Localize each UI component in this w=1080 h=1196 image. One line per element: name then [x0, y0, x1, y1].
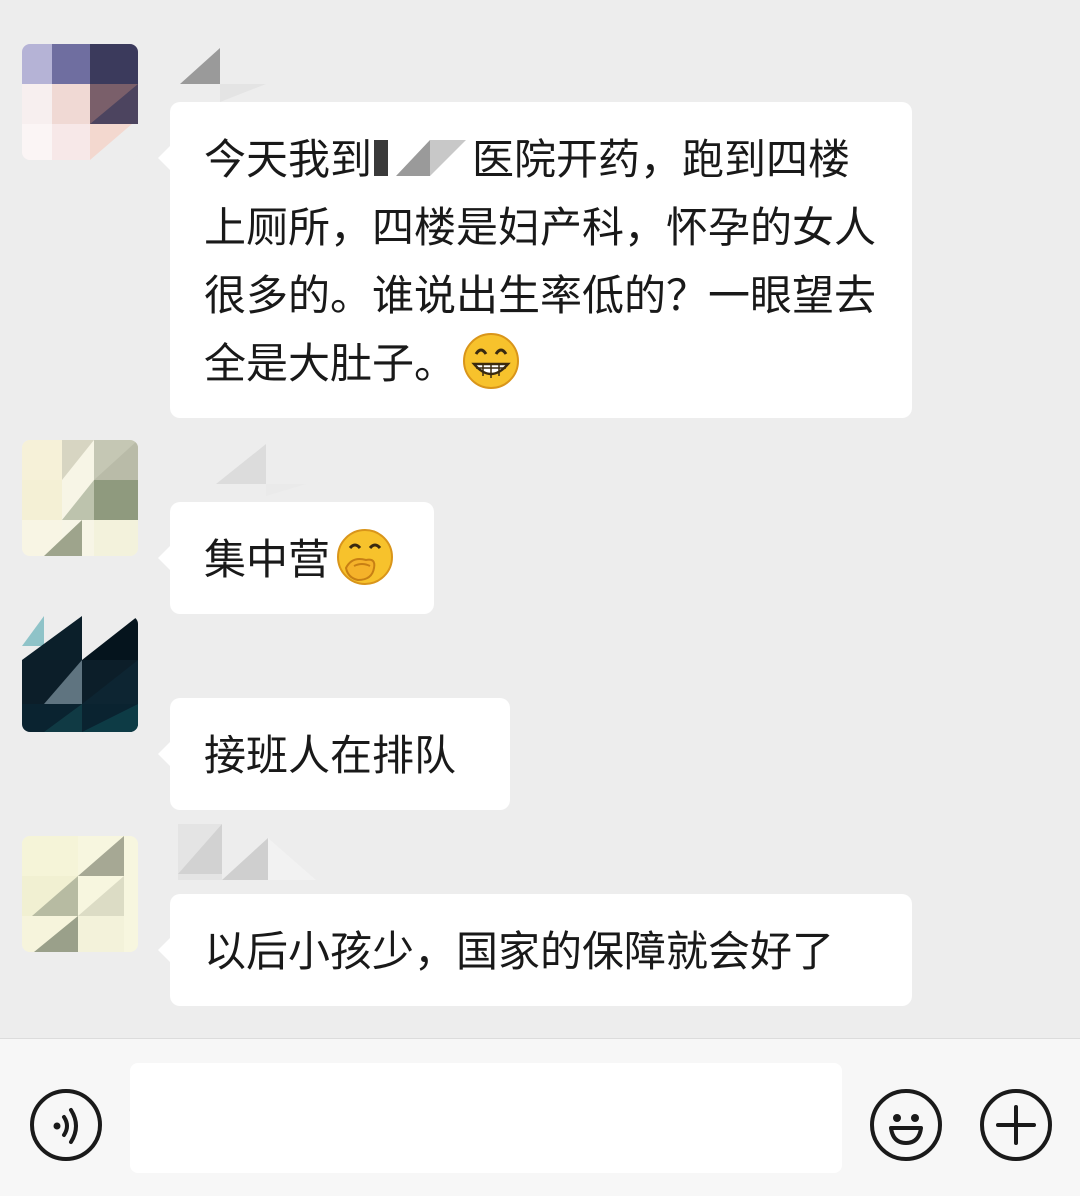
emoji-button[interactable] [870, 1089, 942, 1161]
message-bubble[interactable]: 今天我到 医院开药，跑到四楼上厕所，四楼是妇产科，怀孕的女人很多的。谁说出生率低的… [158, 102, 912, 418]
chat-message-list: 今天我到 医院开药，跑到四楼上厕所，四楼是妇产科，怀孕的女人很多的。谁说出生率低的… [0, 0, 1080, 1038]
more-actions-button[interactable] [980, 1089, 1052, 1161]
redacted-text-block [374, 134, 470, 180]
avatar[interactable] [22, 836, 138, 952]
sender-name-redacted [176, 440, 316, 496]
message-bubble[interactable]: 以后小孩少，国家的保障就会好了 [158, 894, 912, 1006]
voice-input-button[interactable] [30, 1089, 102, 1161]
message-text: 集中营 [204, 535, 331, 584]
voice-icon [53, 1108, 78, 1144]
face-with-hand-over-mouth-icon [336, 528, 394, 586]
message-bubble[interactable]: 接班人在排队 [158, 698, 510, 810]
message-input[interactable] [130, 1063, 842, 1173]
chat-input-bar [0, 1038, 1080, 1196]
avatar[interactable] [22, 616, 138, 732]
smiley-icon [889, 1114, 923, 1145]
message-text: 今天我到 [204, 135, 373, 184]
plus-icon [996, 1105, 1036, 1145]
sender-name-redacted [176, 46, 316, 102]
avatar[interactable] [22, 440, 138, 556]
message-bubble[interactable]: 集中营 [158, 502, 434, 614]
message-text: 以后小孩少，国家的保障就会好了 [204, 927, 835, 976]
sender-name-redacted [176, 824, 316, 880]
grinning-face-icon [462, 332, 520, 390]
message-text: 接班人在排队 [204, 731, 457, 780]
avatar[interactable] [22, 44, 138, 160]
